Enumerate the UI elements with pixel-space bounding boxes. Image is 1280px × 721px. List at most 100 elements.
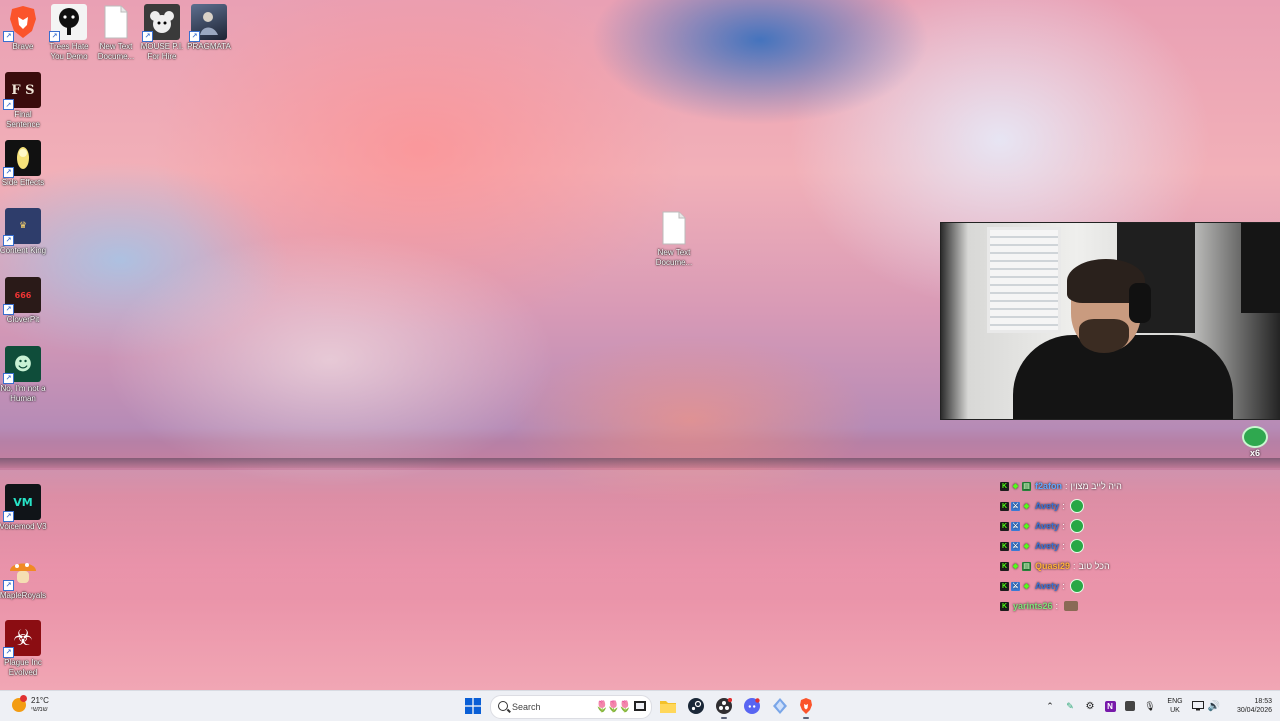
icon-label: Voicemod V3 [0,522,47,531]
icon-label: New Text Docume... [97,42,135,61]
mushroom-icon: ↗ [3,553,41,591]
brave-icon [800,698,812,714]
windows-logo-icon [465,698,481,714]
steam-button[interactable] [686,696,706,716]
chat-username: Quasi29 [1035,561,1071,571]
green-face-emote-icon [1069,499,1084,513]
tray-app-2[interactable]: ⚙ [1082,696,1098,716]
chat-separator: : [1055,601,1059,611]
green-face-emote-icon [1242,426,1268,448]
tray-app-1[interactable]: ✎ [1062,696,1078,716]
desktop-icon-plague-inc[interactable]: ☣ ↗ Plague Inc Evolved [0,620,49,678]
diamond-badge-icon: ◆ [1023,522,1030,530]
shortcut-arrow-icon: ↗ [3,167,14,178]
language-region: UK [1170,707,1180,714]
desktop-icon-mapleroyals[interactable]: ↗ MapleRoyals [0,553,49,601]
desktop-icon-content-king[interactable]: ♛ ↗ Content King [0,208,49,256]
show-hidden-icons-button[interactable]: ⌃ [1042,696,1058,716]
sky-area [560,0,1040,160]
task-view-button[interactable] [630,696,650,716]
discord-icon [744,698,760,714]
desktop-icon-voicemod[interactable]: VM ↗ Voicemod V3 [0,484,49,532]
taskbar-search[interactable]: Search 🌷🌷🌷 [490,695,652,719]
chat-separator: : [1065,481,1068,491]
weather-temperature: 21°C [31,696,49,705]
discord-button[interactable] [742,696,762,716]
search-placeholder: Search [512,702,541,712]
tray-app-3[interactable]: N [1102,696,1118,716]
chat-message: K ⚔ ◆ Avety : [1000,576,1240,596]
desktop-icon-new-text-document-2[interactable]: New Text Docume... [648,210,700,268]
tray-app-icon [1125,701,1135,711]
webcam-person-body [1013,335,1233,419]
green-face-emote-icon [1069,539,1084,553]
desktop-icon-brave[interactable]: ↗ Brave [0,4,49,52]
icon-label: New Text Docume... [655,248,693,267]
network-tray-button[interactable] [1190,696,1206,716]
active-app-indicator [721,717,727,719]
text-file-icon [656,210,692,246]
start-button[interactable] [463,696,483,716]
pill-icon: ↗ [3,140,41,178]
clock-time: 18:53 [1254,698,1272,705]
obs-button[interactable] [714,696,734,719]
tray-settings-icon: ⚙ [1085,700,1095,712]
diamond-badge-icon: ◆ [1023,542,1030,550]
shortcut-arrow-icon: ↗ [3,31,14,42]
icon-label: MapleRoyals [0,591,47,600]
icon-label: Content King [0,246,47,255]
shortcut-arrow-icon: ↗ [3,304,14,315]
chat-username: Avety [1035,521,1060,531]
task-view-icon [634,701,646,711]
chat-username: yarints26 [1013,601,1053,611]
microphone-tray-button[interactable]: 🎙 [1142,696,1158,716]
kick-badge-icon: K [1000,581,1009,591]
language-code: ENG [1167,698,1183,705]
subscriber-badge-icon: ▤ [1022,561,1031,571]
app-button-diamond[interactable] [770,696,790,716]
desktop-icon-trees-hate-you[interactable]: ↗ Trees Hate You Demo [43,4,95,62]
speaker-icon: 🔊 [1207,700,1221,712]
file-explorer-button[interactable] [658,696,678,716]
chat-message: K ⚔ ◆ Avety : [1000,536,1240,556]
desktop-icon-final-sentence[interactable]: F S ↗ Final Sentence [0,72,49,130]
chat-message: K ⚔ ◆ Avety : [1000,496,1240,516]
icon-label: Side Effects [1,178,45,187]
desktop-icon-pragmata[interactable]: ↗ PRAGMATA [183,4,235,52]
green-face-emote-icon [1069,579,1084,593]
clock[interactable]: 18:53 30/04/2026 [1226,697,1272,715]
subscriber-badge-icon: ▤ [1022,481,1031,491]
floating-emote: x6 [1242,426,1268,460]
tray-app-4[interactable] [1122,696,1138,716]
shortcut-arrow-icon: ↗ [3,511,14,522]
desktop-icon-cloverpit[interactable]: 666 ↗ CloverPit [0,277,49,325]
brave-taskbar-button[interactable] [796,696,816,719]
shortcut-arrow-icon: ↗ [3,373,14,384]
kick-badge-icon: K [1000,601,1009,611]
steam-icon [688,698,704,714]
kick-badge-icon: K [1000,541,1009,551]
desktop-icon-side-effects[interactable]: ↗ Side Effects [0,140,49,188]
webcam-overlay [940,222,1280,420]
image-emote-icon [1064,601,1079,611]
chat-message: K ◆ ▤ f2afon : היה לייב מצוין [1000,476,1240,496]
diamond-badge-icon: ◆ [1023,502,1030,510]
clock-date: 30/04/2026 [1236,707,1272,714]
chat-username: Avety [1035,541,1060,551]
volume-tray-button[interactable]: 🔊 [1206,696,1222,716]
diamond-badge-icon: ◆ [1012,562,1019,570]
desktop-icon-new-text-document[interactable]: New Text Docume... [90,4,142,62]
shortcut-arrow-icon: ↗ [3,647,14,658]
webcam-cabinet [1241,223,1280,313]
shortcut-arrow-icon: ↗ [49,31,60,42]
shortcut-arrow-icon: ↗ [142,31,153,42]
notification-dot-icon [20,695,27,702]
icon-label: Plague Inc Evolved [4,658,42,677]
desktop-icon-not-a-human[interactable]: ☻ ↗ No, I'm not a Human [0,346,49,404]
kick-badge-icon: K [1000,481,1009,491]
icon-label: MOUSE P.I. For Hire [140,42,184,61]
desktop-icon-mouse-pi[interactable]: ↗ MOUSE P.I. For Hire [136,4,188,62]
language-indicator[interactable]: ENG UK [1162,697,1188,715]
icon-label: CloverPit [6,315,40,324]
emote-count: x6 [1249,448,1260,458]
